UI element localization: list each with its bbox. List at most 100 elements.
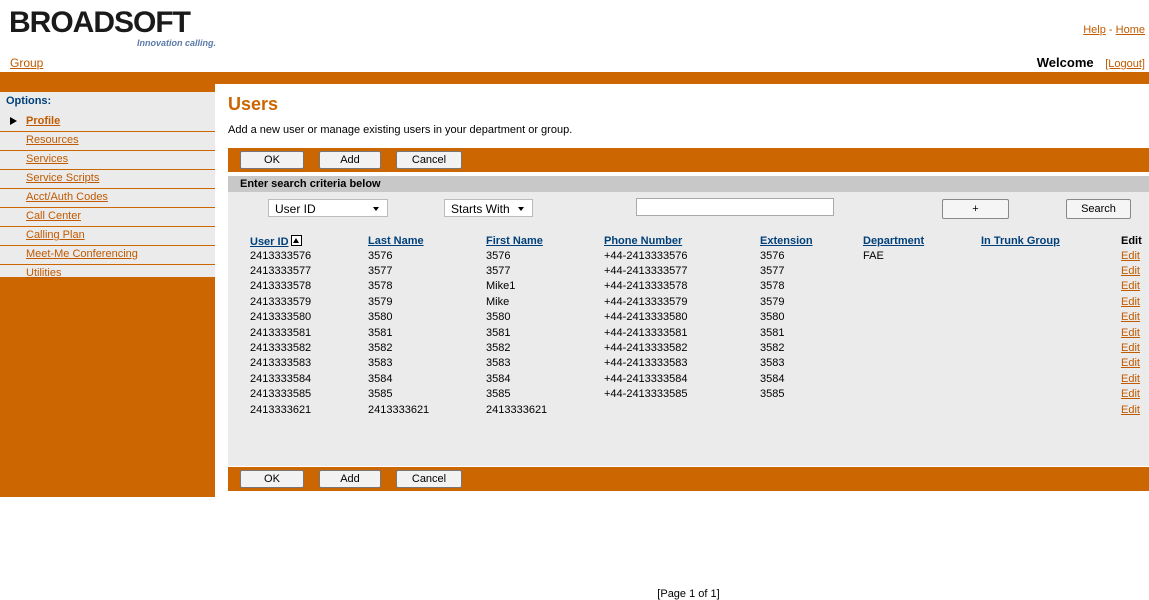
ok-button[interactable]: OK: [240, 151, 304, 169]
table-row[interactable]: 2413333584 3584 3584 +44-2413333584 3584 Edit: [250, 371, 1149, 386]
edit-link[interactable]: Edit: [1121, 327, 1140, 339]
sidebar-item-calling-plan[interactable]: Calling Plan: [0, 227, 215, 246]
edit-link[interactable]: Edit: [1121, 280, 1140, 292]
cell-extension: 3579: [760, 295, 785, 308]
table-row[interactable]: 2413333579 3579 Mike +44-2413333579 3579 Edit: [250, 294, 1149, 309]
cell-phone-number: +44-2413333581: [604, 326, 688, 339]
edit-link[interactable]: Edit: [1121, 357, 1140, 369]
sidebar-item-label[interactable]: Meet-Me Conferencing: [26, 248, 138, 260]
edit-link[interactable]: Edit: [1121, 373, 1140, 385]
cell-user-id: 2413333578: [250, 280, 312, 293]
edit-link[interactable]: Edit: [1121, 311, 1140, 323]
sidebar-item-acct-auth-codes[interactable]: Acct/Auth Codes: [0, 189, 215, 208]
cell-phone-number: +44-2413333584: [604, 372, 688, 385]
table-row[interactable]: 2413333621 2413333621 2413333621 Edit: [250, 402, 1149, 417]
column-header-label[interactable]: User ID: [250, 236, 289, 248]
sidebar-item-label[interactable]: Services: [26, 153, 68, 165]
sidebar-item-label[interactable]: Service Scripts: [26, 172, 99, 184]
cell-edit: Edit: [1121, 387, 1149, 402]
cell-edit: Edit: [1121, 279, 1149, 294]
column-header-user-id[interactable]: User ID: [250, 233, 368, 248]
cell-last-name: 3582: [368, 342, 393, 355]
ok-button[interactable]: OK: [240, 470, 304, 488]
sidebar-item-label[interactable]: Call Center: [26, 210, 81, 222]
cell-edit: Edit: [1121, 371, 1149, 386]
cell-in-trunk-group: [981, 279, 1121, 294]
sort-ascending-icon[interactable]: [290, 234, 302, 246]
table-row[interactable]: 2413333578 3578 Mike1 +44-2413333578 3578 Edi…: [250, 279, 1149, 294]
add-criteria-button[interactable]: +: [942, 199, 1009, 219]
edit-link[interactable]: Edit: [1121, 342, 1140, 354]
search-input[interactable]: [636, 198, 834, 216]
column-header-phone-number[interactable]: Phone Number: [604, 233, 760, 248]
table-row[interactable]: 2413333582 3582 3582 +44-2413333582 3582 Edit: [250, 340, 1149, 355]
welcome-text: Welcome: [1036, 55, 1094, 70]
cell-in-trunk-group: [981, 371, 1121, 386]
search-field-select[interactable]: User ID: [268, 199, 388, 217]
search-mode-select[interactable]: Starts With: [444, 199, 533, 217]
column-header-last-name[interactable]: Last Name: [368, 233, 486, 248]
sidebar-item-call-center[interactable]: Call Center: [0, 208, 215, 227]
sidebar-item-label[interactable]: Utilities: [26, 267, 61, 279]
cancel-button[interactable]: Cancel: [396, 470, 462, 488]
cell-phone-number: +44-2413333582: [604, 342, 688, 355]
table-row[interactable]: 2413333576 3576 3576 +44-2413333576 3576 FAE E…: [250, 248, 1149, 263]
sidebar-item-profile[interactable]: Profile: [0, 113, 215, 132]
cell-first-name: 3581: [486, 326, 511, 339]
cell-in-trunk-group: [981, 263, 1121, 278]
sidebar-item-service-scripts[interactable]: Service Scripts: [0, 170, 215, 189]
pagination-text: [Page 1 of 1]: [657, 588, 720, 600]
group-breadcrumb-link[interactable]: Group: [10, 56, 43, 70]
add-button[interactable]: Add: [319, 470, 381, 488]
column-header-first-name[interactable]: First Name: [486, 233, 604, 248]
edit-link[interactable]: Edit: [1121, 265, 1140, 277]
cell-extension: 3578: [760, 280, 785, 293]
help-link[interactable]: Help: [1083, 24, 1106, 36]
sidebar-item-label[interactable]: Profile: [26, 115, 60, 127]
cell-department: FAE: [863, 249, 884, 262]
cell-phone-number: +44-2413333579: [604, 295, 688, 308]
users-table-body: 2413333576 3576 3576 +44-2413333576 3576 FAE E…: [250, 248, 1149, 417]
cell-first-name: 3577: [486, 265, 511, 278]
sidebar-item-label[interactable]: Calling Plan: [26, 229, 85, 241]
edit-link[interactable]: Edit: [1121, 250, 1140, 262]
broadsoft-logo: BROADSOFT Innovation calling.: [9, 6, 219, 48]
cell-user-id: 2413333583: [250, 357, 312, 370]
options-panel: Options: Profile Resources Services Serv…: [0, 92, 215, 284]
cell-edit: Edit: [1121, 356, 1149, 371]
sidebar-item-resources[interactable]: Resources: [0, 132, 215, 151]
cell-last-name: 3578: [368, 280, 393, 293]
cell-in-trunk-group: [981, 294, 1121, 309]
column-header-in-trunk-group[interactable]: In Trunk Group: [981, 233, 1121, 248]
chevron-down-icon: [518, 207, 524, 211]
table-row[interactable]: 2413333581 3581 3581 +44-2413333581 3581 Edit: [250, 325, 1149, 340]
table-row[interactable]: 2413333585 3585 3585 +44-2413333585 3585 Edit: [250, 387, 1149, 402]
cell-extension: [760, 402, 863, 417]
logout-link[interactable]: [Logout]: [1105, 58, 1145, 70]
home-link[interactable]: Home: [1116, 24, 1145, 36]
cell-user-id: 2413333621: [250, 403, 312, 416]
cell-user-id: 2413333585: [250, 388, 312, 401]
cell-department: [863, 387, 981, 402]
sidebar-item-utilities[interactable]: Utilities: [0, 265, 215, 284]
sidebar-item-services[interactable]: Services: [0, 151, 215, 170]
logo-wordmark: BROADSOFT: [9, 6, 191, 39]
edit-link[interactable]: Edit: [1121, 296, 1140, 308]
sidebar-item-meet-me-conferencing[interactable]: Meet-Me Conferencing: [0, 246, 215, 265]
cancel-button[interactable]: Cancel: [396, 151, 462, 169]
edit-link[interactable]: Edit: [1121, 388, 1140, 400]
search-button[interactable]: Search: [1066, 199, 1131, 219]
edit-link[interactable]: Edit: [1121, 404, 1140, 416]
table-row[interactable]: 2413333580 3580 3580 +44-2413333580 3580 Edit: [250, 310, 1149, 325]
column-header-department[interactable]: Department: [863, 233, 981, 248]
table-row[interactable]: 2413333577 3577 3577 +44-2413333577 3577 Edit: [250, 263, 1149, 278]
sidebar-item-label[interactable]: Resources: [26, 134, 79, 146]
cell-user-id: 2413333581: [250, 326, 312, 339]
cell-extension: 3583: [760, 357, 785, 370]
table-row[interactable]: 2413333583 3583 3583 +44-2413333583 3583 Edit: [250, 356, 1149, 371]
column-header-edit: Edit: [1121, 234, 1142, 247]
cell-first-name: 3584: [486, 372, 511, 385]
column-header-extension[interactable]: Extension: [760, 233, 863, 248]
add-button[interactable]: Add: [319, 151, 381, 169]
sidebar-item-label[interactable]: Acct/Auth Codes: [26, 191, 108, 203]
